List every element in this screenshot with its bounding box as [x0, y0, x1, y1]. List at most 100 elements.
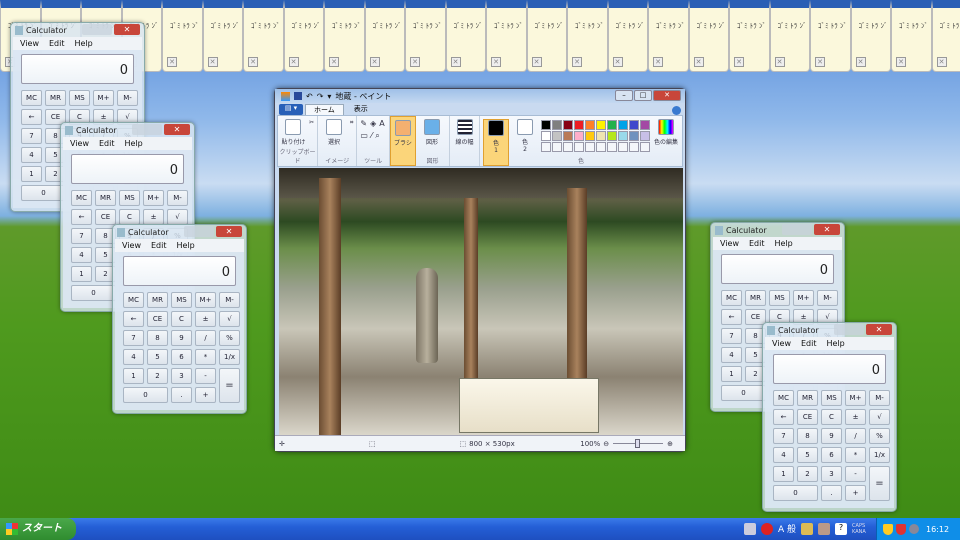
- menu-help[interactable]: Help: [774, 237, 792, 250]
- calc-button[interactable]: 0: [123, 387, 168, 403]
- palette-swatch[interactable]: [640, 120, 650, 130]
- calc-button[interactable]: C: [821, 409, 842, 425]
- input-mode[interactable]: A 般: [778, 522, 796, 535]
- calc-button[interactable]: MR: [45, 90, 66, 106]
- calc-button[interactable]: M+: [143, 190, 164, 206]
- paint-file-menu-button[interactable]: ▤ ▾: [279, 104, 303, 115]
- calc-button[interactable]: ←: [773, 409, 794, 425]
- calc-button[interactable]: ±: [143, 209, 164, 225]
- calc-button[interactable]: M-: [117, 90, 138, 106]
- palette-swatch[interactable]: [618, 120, 628, 130]
- minimize-maximize-buttons[interactable]: [782, 224, 812, 235]
- maximize-button[interactable]: □: [634, 90, 652, 101]
- palette-swatch[interactable]: [574, 131, 584, 141]
- calc-button[interactable]: MS: [769, 290, 790, 306]
- calc-button[interactable]: MR: [95, 190, 116, 206]
- menu-view[interactable]: View: [720, 237, 739, 250]
- close-icon[interactable]: ✕: [167, 57, 177, 67]
- minimize-button[interactable]: –: [615, 90, 633, 101]
- calc-button[interactable]: ←: [123, 311, 144, 327]
- palette-swatch[interactable]: [552, 120, 562, 130]
- menu-view[interactable]: View: [70, 137, 89, 150]
- thumbnail-card[interactable]: ｺﾞﾐ ﾄﾗ ﾝﾞ ✕: [891, 0, 932, 72]
- calc-button[interactable]: -: [845, 466, 866, 482]
- calc-button[interactable]: 0: [71, 285, 116, 301]
- fill-icon[interactable]: ◈: [370, 119, 376, 128]
- palette-swatch[interactable]: [552, 142, 562, 152]
- calc-button[interactable]: MR: [797, 390, 818, 406]
- calc-button[interactable]: %: [219, 330, 240, 346]
- palette-swatch[interactable]: [629, 142, 639, 152]
- calc-button[interactable]: MC: [71, 190, 92, 206]
- menu-edit[interactable]: Edit: [749, 237, 765, 250]
- calc-button[interactable]: M-: [167, 190, 188, 206]
- menu-help[interactable]: Help: [176, 239, 194, 252]
- calc-button[interactable]: 7: [123, 330, 144, 346]
- palette-swatch[interactable]: [640, 142, 650, 152]
- menu-help[interactable]: Help: [124, 137, 142, 150]
- thumbnail-card[interactable]: ｺﾞﾐ ﾄﾗ ﾝﾞ ✕: [445, 0, 486, 72]
- calc-button[interactable]: M-: [817, 290, 838, 306]
- calc-button[interactable]: 5: [797, 447, 818, 463]
- palette-swatch[interactable]: [541, 120, 551, 130]
- close-icon[interactable]: ✕: [572, 57, 582, 67]
- thumbnail-card[interactable]: ｺﾞﾐ ﾄﾗ ﾝﾞ ✕: [607, 0, 648, 72]
- thumbnail-card[interactable]: ｺﾞﾐ ﾄﾗ ﾝﾞ ✕: [243, 0, 284, 72]
- zoom-in-button[interactable]: ⊕: [667, 440, 673, 448]
- close-icon[interactable]: ✕: [369, 57, 380, 67]
- palette-swatch[interactable]: [585, 131, 595, 141]
- calc-button[interactable]: 9: [171, 330, 192, 346]
- thumbnail-card[interactable]: ｺﾞﾐ ﾄﾗ ﾝﾞ ✕: [729, 0, 770, 72]
- calc-button[interactable]: MR: [147, 292, 168, 308]
- magnifier-icon[interactable]: ⌕: [375, 131, 379, 141]
- thumbnail-card[interactable]: ｺﾞﾐ ﾄﾗ ﾝﾞ ✕: [526, 0, 567, 72]
- calc-button[interactable]: ←: [21, 109, 42, 125]
- minimize-maximize-buttons[interactable]: [834, 324, 864, 335]
- help-icon[interactable]: ?: [835, 522, 848, 535]
- calc-button[interactable]: 1/x: [869, 447, 890, 463]
- ime-pad-icon[interactable]: [801, 522, 814, 535]
- close-icon[interactable]: ✕: [855, 57, 866, 67]
- calc-button[interactable]: 4: [773, 447, 794, 463]
- palette-swatch[interactable]: [585, 120, 595, 130]
- calc-button[interactable]: M+: [93, 90, 114, 106]
- thumbnail-card[interactable]: ｺﾞﾐ ﾄﾗ ﾝﾞ ✕: [405, 0, 446, 72]
- palette-swatch[interactable]: [563, 142, 573, 152]
- calc-button[interactable]: 4: [71, 247, 92, 263]
- calc-button[interactable]: 0: [773, 485, 818, 501]
- calc-button[interactable]: /: [195, 330, 216, 346]
- close-button[interactable]: ✕: [653, 90, 681, 101]
- calc-button[interactable]: M+: [845, 390, 866, 406]
- calc-button[interactable]: +: [195, 387, 216, 403]
- close-button[interactable]: ✕: [216, 226, 242, 237]
- close-icon[interactable]: ✕: [329, 57, 339, 67]
- calc-button[interactable]: -: [195, 368, 216, 384]
- palette-swatch[interactable]: [607, 142, 617, 152]
- calc-button[interactable]: 4: [21, 147, 42, 163]
- close-icon[interactable]: ✕: [248, 57, 258, 67]
- security-shield-icon[interactable]: [883, 523, 893, 535]
- calc-button[interactable]: 0: [721, 385, 766, 401]
- calc-button[interactable]: ±: [845, 409, 866, 425]
- keyboard-icon[interactable]: [744, 522, 756, 535]
- calc-button[interactable]: =: [219, 368, 240, 403]
- calc-button[interactable]: 1: [21, 166, 42, 182]
- thumbnail-card[interactable]: ｺﾞﾐ ﾄﾗ ﾝﾞ ✕: [769, 0, 810, 72]
- thumbnail-card[interactable]: ｺﾞﾐ ﾄﾗ ﾝﾞ ✕: [486, 0, 527, 72]
- calc-button[interactable]: CE: [797, 409, 818, 425]
- close-icon[interactable]: ✕: [896, 57, 906, 67]
- calc-button[interactable]: MR: [745, 290, 766, 306]
- calc-button[interactable]: MS: [171, 292, 192, 308]
- calc-button[interactable]: C: [119, 209, 140, 225]
- calc-button[interactable]: 3: [821, 466, 842, 482]
- palette-swatch[interactable]: [640, 131, 650, 141]
- quick-access-dropdown-icon[interactable]: ▾: [327, 92, 331, 101]
- menu-view[interactable]: View: [772, 337, 791, 350]
- calc-button[interactable]: 1: [721, 366, 742, 382]
- thumbnail-card[interactable]: ｺﾞﾐ ﾄﾗ ﾝﾞ ✕: [850, 0, 891, 72]
- calc-button[interactable]: 1: [123, 368, 144, 384]
- calc-button[interactable]: 8: [797, 428, 818, 444]
- palette-swatch[interactable]: [574, 142, 584, 152]
- calc-button[interactable]: =: [869, 466, 890, 501]
- minimize-maximize-buttons[interactable]: [184, 226, 214, 237]
